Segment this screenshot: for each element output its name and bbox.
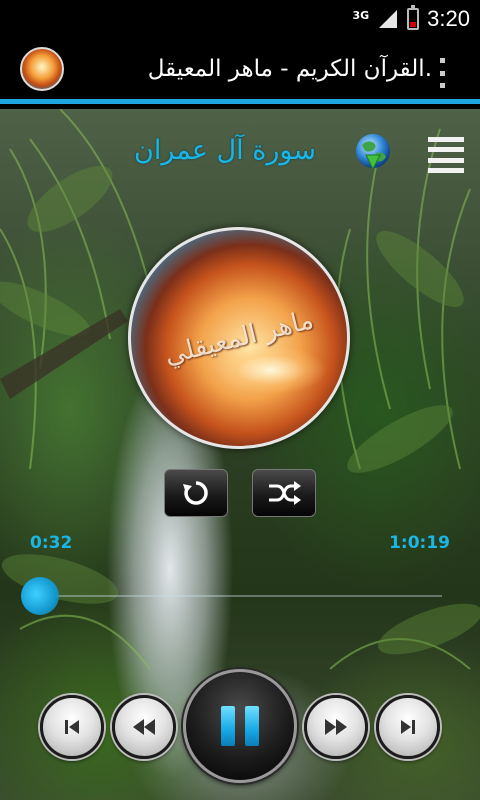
previous-track-button[interactable]: [40, 695, 104, 759]
network-type: 3G: [352, 8, 370, 22]
skip-next-icon: [401, 720, 415, 734]
total-duration: 1:0:19: [389, 533, 450, 553]
rewind-button[interactable]: [112, 695, 176, 759]
artwork-text: ماهر المعيقلي: [161, 305, 317, 371]
battery-icon: [407, 5, 420, 30]
fast-forward-button[interactable]: [304, 695, 368, 759]
repeat-button[interactable]: [164, 469, 228, 517]
globe-download-icon[interactable]: [352, 131, 394, 173]
wave-logo-icon[interactable]: [20, 46, 64, 91]
skip-previous-icon: [65, 720, 79, 734]
rewind-icon: [133, 719, 155, 735]
shuffle-icon: [269, 481, 301, 505]
seek-thumb[interactable]: [20, 577, 59, 615]
fast-forward-icon: [325, 719, 347, 735]
pause-button[interactable]: [183, 669, 297, 783]
overflow-menu-icon[interactable]: [440, 58, 446, 88]
shuffle-button[interactable]: [252, 469, 316, 517]
next-track-button[interactable]: [376, 695, 440, 759]
repeat-icon: [183, 481, 208, 505]
reciter-artwork: ماهر المعيقلي: [128, 227, 350, 449]
playlist-menu-icon[interactable]: [428, 137, 464, 173]
app-title: القرآن الكريم - ماهر المعيقل.: [147, 55, 432, 82]
pause-icon: [221, 706, 259, 746]
elapsed-time: 0:32: [30, 533, 73, 553]
surah-title: سورة آل عمران: [134, 135, 316, 166]
clock: 3:20: [427, 6, 470, 31]
action-bar: القرآن الكريم - ماهر المعيقل.: [0, 38, 480, 104]
seek-bar[interactable]: [36, 595, 442, 597]
player-screen: سورة آل عمران ماهر المعيقلي 0:32 1:0:19: [0, 109, 480, 800]
signal-icon: [377, 8, 399, 30]
status-bar: 3G 3:20: [0, 0, 480, 38]
